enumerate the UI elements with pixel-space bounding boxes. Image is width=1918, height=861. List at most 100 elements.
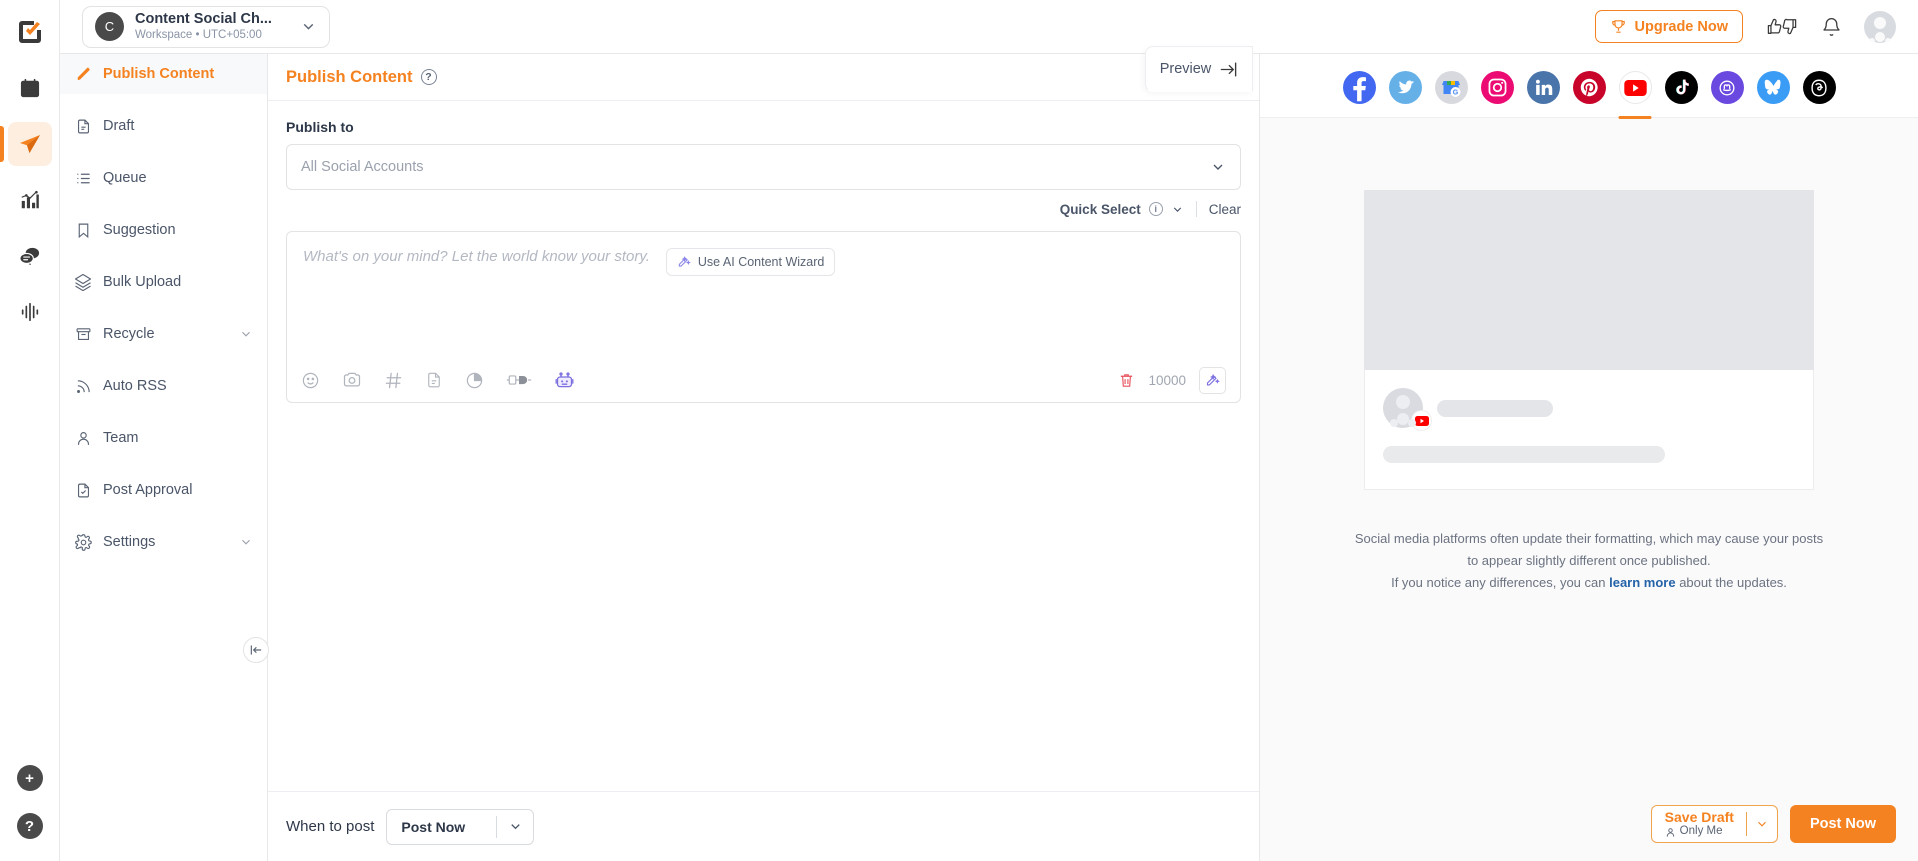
chevron-down-icon[interactable] <box>239 535 253 549</box>
sidebar-item-auto-rss[interactable]: Auto RSS <box>60 366 267 406</box>
sidebar-item-queue[interactable]: Queue <box>60 158 267 198</box>
rail-item-inbox[interactable] <box>8 234 52 278</box>
notifications-bell-icon[interactable] <box>1821 16 1842 37</box>
save-draft-button[interactable]: Save Draft Only Me <box>1651 805 1778 843</box>
ai-content-wizard-button[interactable]: Use AI Content Wizard <box>666 248 835 276</box>
help-icon[interactable]: ? <box>421 69 437 85</box>
sidebar-label: Recycle <box>103 326 228 342</box>
sidebar-item-publish-content[interactable]: Publish Content <box>60 54 267 94</box>
social-accounts-placeholder: All Social Accounts <box>301 159 1210 175</box>
document-check-icon <box>74 481 92 499</box>
rail-item-reports[interactable] <box>8 290 52 334</box>
trash-icon[interactable] <box>1118 372 1135 389</box>
sidebar-label: Suggestion <box>103 222 253 238</box>
sidebar-item-suggestion[interactable]: Suggestion <box>60 210 267 250</box>
bookmark-icon <box>74 221 92 239</box>
social-accounts-select[interactable]: All Social Accounts <box>286 144 1241 190</box>
sidebar-item-post-approval[interactable]: Post Approval <box>60 470 267 510</box>
sidebar-label: Post Approval <box>103 482 253 498</box>
disclaimer-line-2: to appear slightly different once publis… <box>1467 553 1710 568</box>
character-count: 10000 <box>1148 373 1186 388</box>
robot-icon[interactable] <box>554 370 575 391</box>
platform-tab-mastodon[interactable] <box>1711 71 1744 104</box>
platform-tab-google-business[interactable]: G <box>1435 71 1468 104</box>
pie-chart-icon[interactable] <box>465 371 484 390</box>
chevron-down-icon[interactable] <box>1171 203 1184 216</box>
page-title: Publish Content <box>286 68 413 87</box>
magic-wand-icon <box>677 255 691 269</box>
pencil-icon <box>74 65 92 83</box>
sidebar-label: Team <box>103 430 253 446</box>
sidebar-label: Auto RSS <box>103 378 253 394</box>
learn-more-link[interactable]: learn more <box>1609 575 1675 590</box>
when-to-post-value: Post Now <box>387 819 496 835</box>
platform-tab-facebook[interactable] <box>1343 71 1376 104</box>
preview-toggle-tab[interactable]: Preview <box>1145 46 1253 92</box>
preview-content: Social media platforms often update thei… <box>1260 118 1918 861</box>
ai-magic-button[interactable] <box>1199 367 1226 394</box>
person-icon <box>74 429 92 447</box>
upgrade-label: Upgrade Now <box>1635 19 1728 35</box>
platform-tab-pinterest[interactable] <box>1573 71 1606 104</box>
chevron-down-icon[interactable] <box>1210 159 1226 175</box>
file-icon[interactable] <box>425 371 443 389</box>
camera-icon[interactable] <box>342 370 362 390</box>
platform-tab-linkedin[interactable] <box>1527 71 1560 104</box>
preview-label: Preview <box>1160 61 1212 77</box>
layers-icon <box>74 273 92 291</box>
app-logo-icon[interactable] <box>10 12 50 52</box>
author-name-placeholder <box>1437 400 1553 417</box>
rail-item-analytics[interactable] <box>8 178 52 222</box>
plug-icon[interactable] <box>506 371 532 389</box>
rail-item-publish[interactable] <box>8 122 52 166</box>
clear-button[interactable]: Clear <box>1209 202 1241 217</box>
chevron-down-icon[interactable] <box>497 819 533 834</box>
quick-select-row: Quick Select i Clear <box>286 199 1241 219</box>
trophy-icon <box>1610 18 1627 35</box>
platform-tab-threads[interactable] <box>1803 71 1836 104</box>
sidebar-item-settings[interactable]: Settings <box>60 522 267 562</box>
info-icon[interactable]: i <box>1149 202 1163 216</box>
media-placeholder <box>1364 190 1814 370</box>
composer-header: Publish Content ? <box>268 54 1259 101</box>
platform-tab-youtube[interactable] <box>1619 71 1652 104</box>
sidebar-item-bulk-upload[interactable]: Bulk Upload <box>60 262 267 302</box>
editor-toolbar: 10000 <box>287 358 1240 402</box>
add-button[interactable]: + <box>17 765 43 791</box>
sidebar-item-recycle[interactable]: Recycle <box>60 314 267 354</box>
workspace-name: Content Social Ch... <box>135 10 289 28</box>
upgrade-now-button[interactable]: Upgrade Now <box>1595 10 1743 43</box>
rail-item-calendar[interactable] <box>8 66 52 110</box>
sidebar-collapse-button[interactable] <box>243 637 269 663</box>
post-now-button[interactable]: Post Now <box>1790 805 1896 843</box>
chevron-down-icon[interactable] <box>300 18 317 35</box>
platform-tab-instagram[interactable] <box>1481 71 1514 104</box>
disclaimer-line-1: Social media platforms often update thei… <box>1355 531 1823 546</box>
ai-wizard-label: Use AI Content Wizard <box>698 255 824 269</box>
save-draft-text: Save Draft Only Me <box>1652 809 1746 838</box>
thumbs-up-down-icon[interactable] <box>1765 17 1799 36</box>
chevron-down-icon[interactable] <box>239 327 253 341</box>
help-button[interactable]: ? <box>17 813 43 839</box>
editor-toolbar-right: 10000 <box>1118 367 1226 394</box>
platform-tab-tiktok[interactable] <box>1665 71 1698 104</box>
platform-tab-bluesky[interactable] <box>1757 71 1790 104</box>
preview-author-row <box>1383 388 1795 428</box>
quick-select-button[interactable]: Quick Select <box>1060 202 1141 217</box>
when-to-post-select[interactable]: Post Now <box>386 809 534 845</box>
hashtag-icon[interactable] <box>384 371 403 390</box>
sidebar-item-team[interactable]: Team <box>60 418 267 458</box>
emoji-icon[interactable] <box>301 371 320 390</box>
workspace-selector[interactable]: C Content Social Ch... Workspace • UTC+0… <box>82 6 330 48</box>
sidebar-item-draft[interactable]: Draft <box>60 106 267 146</box>
platform-tab-twitter[interactable] <box>1389 71 1422 104</box>
editor-input-area[interactable]: What's on your mind? Let the world know … <box>287 232 1240 358</box>
save-draft-visibility: Only Me <box>1665 825 1734 838</box>
left-rail: + ? <box>0 0 60 861</box>
editor-placeholder: What's on your mind? Let the world know … <box>303 248 650 265</box>
sidebar-label: Queue <box>103 170 253 186</box>
rss-icon <box>74 377 92 395</box>
user-avatar[interactable] <box>1864 11 1896 43</box>
post-text-placeholder <box>1383 446 1665 463</box>
chevron-down-icon[interactable] <box>1747 817 1777 831</box>
